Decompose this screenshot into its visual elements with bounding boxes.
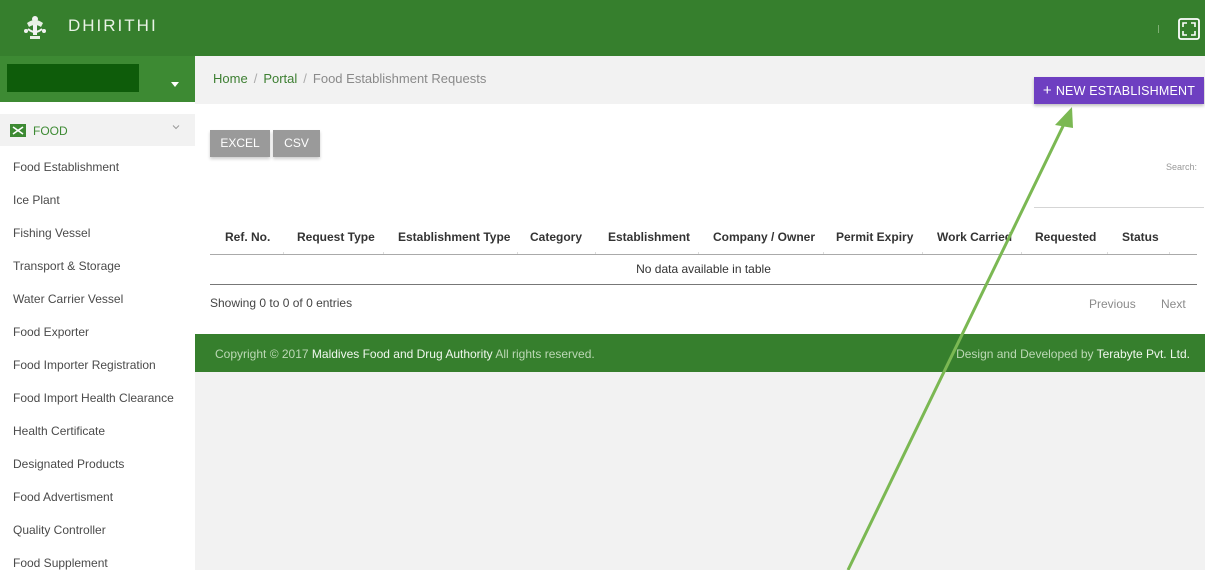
footer: Copyright © 2017 Maldives Food and Drug … [195, 334, 1205, 372]
column-header-company-owner[interactable]: Company / Owner [713, 230, 815, 244]
sidebar-item-water-carrier-vessel[interactable]: Water Carrier Vessel [13, 292, 123, 306]
user-dropdown[interactable] [0, 56, 195, 102]
column-header-establishment-type[interactable]: Establishment Type [398, 230, 510, 244]
sidebar-section-food[interactable]: FOOD [0, 114, 195, 146]
sidebar-item-transport-storage[interactable]: Transport & Storage [13, 259, 121, 273]
column-header-permit-expiry[interactable]: Permit Expiry [836, 230, 913, 244]
sidebar-item-food-exporter[interactable]: Food Exporter [13, 325, 89, 339]
footer-credits: Design and Developed by Terabyte Pvt. Lt… [956, 347, 1190, 361]
footer-org-name[interactable]: Maldives Food and Drug Authority [312, 347, 493, 361]
footer-company-link[interactable]: Terabyte Pvt. Ltd. [1097, 347, 1190, 361]
next-page-button[interactable]: Next [1161, 297, 1186, 311]
chevron-down-icon[interactable] [172, 123, 180, 131]
breadcrumb-separator: / [303, 71, 307, 86]
new-establishment-button[interactable]: + NEW ESTABLISHMENT [1034, 77, 1204, 104]
column-header-category[interactable]: Category [530, 230, 582, 244]
csv-export-button[interactable]: CSV [273, 130, 320, 157]
table-info: Showing 0 to 0 of 0 entries [210, 296, 353, 310]
sidebar-item-food-supplement[interactable]: Food Supplement [13, 556, 108, 570]
column-header-work-carried[interactable]: Work Carried [937, 230, 1012, 244]
sidebar-item-quality-controller[interactable]: Quality Controller [13, 523, 106, 537]
column-header-status[interactable]: Status [1122, 230, 1159, 244]
breadcrumb: Home / Portal / Food Establishment Requests [213, 71, 486, 86]
previous-page-button[interactable]: Previous [1089, 297, 1136, 311]
sidebar-item-fishing-vessel[interactable]: Fishing Vessel [13, 226, 90, 240]
column-header-request-type[interactable]: Request Type [297, 230, 375, 244]
app-brand[interactable]: DHIRITHI [68, 16, 158, 36]
table-bottom-border [210, 284, 1197, 285]
copyright-prefix: Copyright © 2017 [215, 347, 312, 361]
sidebar-item-food-importer-registration[interactable]: Food Importer Registration [13, 358, 156, 372]
user-name-redacted [7, 64, 139, 92]
breadcrumb-separator: / [253, 71, 258, 86]
toolbar-divider [1158, 25, 1159, 33]
column-header-ref-no[interactable]: Ref. No. [225, 230, 270, 244]
table-empty-message: No data available in table [636, 262, 771, 276]
new-establishment-label: NEW ESTABLISHMENT [1055, 84, 1196, 98]
sidebar-item-designated-products[interactable]: Designated Products [13, 457, 124, 471]
caret-down-icon[interactable] [171, 82, 179, 87]
emblem-logo-icon [24, 16, 46, 39]
sidebar: FOOD Food Establishment Ice Plant Fishin… [0, 56, 195, 570]
excel-export-button[interactable]: EXCEL [210, 130, 270, 157]
copyright-rights: All rights reserved. [492, 347, 595, 361]
search-label: Search: [1166, 162, 1198, 172]
breadcrumb-portal[interactable]: Portal [263, 71, 297, 86]
breadcrumb-home[interactable]: Home [213, 71, 248, 86]
credits-prefix: Design and Developed by [956, 347, 1097, 361]
fullscreen-icon[interactable] [1177, 17, 1201, 41]
sidebar-section-label: FOOD [33, 124, 68, 138]
top-app-bar: DHIRITHI [0, 0, 1205, 56]
food-section-icon [10, 124, 26, 137]
column-header-establishment[interactable]: Establishment [608, 230, 690, 244]
sidebar-item-food-advertisment[interactable]: Food Advertisment [13, 490, 113, 504]
sidebar-item-ice-plant[interactable]: Ice Plant [13, 193, 60, 207]
sidebar-item-food-import-health-clearance[interactable]: Food Import Health Clearance [13, 391, 174, 405]
breadcrumb-current: Food Establishment Requests [312, 71, 487, 86]
table-header-border [210, 254, 1197, 255]
sidebar-item-health-certificate[interactable]: Health Certificate [13, 424, 105, 438]
plus-icon: + [1042, 82, 1052, 99]
column-header-requested[interactable]: Requested [1035, 230, 1096, 244]
sidebar-item-food-establishment[interactable]: Food Establishment [13, 160, 119, 174]
search-input[interactable] [1034, 207, 1204, 208]
footer-copyright: Copyright © 2017 Maldives Food and Drug … [215, 347, 595, 361]
